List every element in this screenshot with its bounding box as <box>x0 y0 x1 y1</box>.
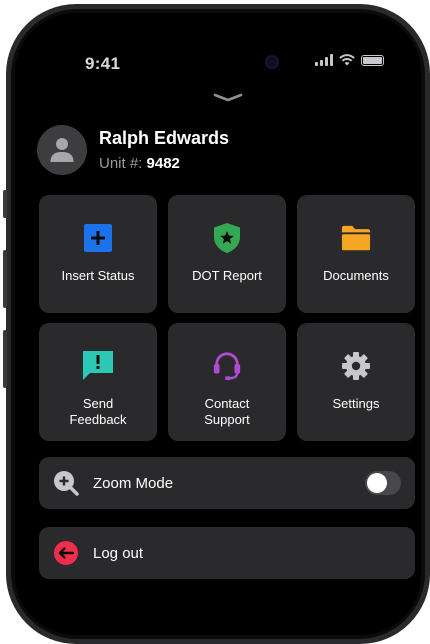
dot-report-button[interactable]: DOT Report <box>168 195 286 313</box>
volume-up-button <box>3 250 7 308</box>
signal-icon <box>315 54 333 66</box>
shield-star-icon <box>212 222 242 254</box>
insert-status-button[interactable]: Insert Status <box>39 195 157 313</box>
settings-button[interactable]: Settings <box>297 323 415 441</box>
phone-frame: 9:41 Ralph Edwards Unit #: 9482 Insert S… <box>6 4 430 644</box>
action-button <box>3 190 7 218</box>
volume-down-button <box>3 330 7 388</box>
status-icons <box>315 54 384 66</box>
tile-label: Send Feedback <box>69 396 127 427</box>
contact-support-button[interactable]: Contact Support <box>168 323 286 441</box>
user-name: Ralph Edwards <box>99 128 230 148</box>
battery-icon <box>361 54 384 66</box>
logout-label: Log out <box>93 544 144 562</box>
profile-text: Ralph Edwards Unit #: 9482 <box>99 128 229 172</box>
zoom-mode-label: Zoom Mode <box>93 474 174 492</box>
profile-header: Ralph Edwards Unit #: 9482 <box>37 125 229 175</box>
user-icon <box>50 138 74 162</box>
status-time: 9:41 <box>85 54 121 73</box>
feedback-icon <box>83 350 113 382</box>
send-feedback-button[interactable]: Send Feedback <box>39 323 157 441</box>
documents-button[interactable]: Documents <box>297 195 415 313</box>
zoom-in-icon <box>54 471 79 496</box>
action-grid: Insert Status DOT Report Documents Send … <box>39 195 415 441</box>
plus-square-icon <box>83 222 113 254</box>
wifi-icon <box>339 54 355 66</box>
unit-number: 9482 <box>146 155 180 172</box>
logout-icon <box>54 541 78 565</box>
camera-icon <box>265 55 279 69</box>
toggle-knob <box>367 473 387 493</box>
zoom-mode-toggle[interactable] <box>365 471 401 495</box>
tile-label: Documents <box>323 268 389 283</box>
tile-label: DOT Report <box>192 268 262 283</box>
chevron-down-icon[interactable] <box>213 93 243 103</box>
tile-label: Insert Status <box>61 268 135 283</box>
folder-icon <box>341 222 371 254</box>
tile-label: Settings <box>332 396 380 411</box>
phone-bezel: 9:41 Ralph Edwards Unit #: 9482 Insert S… <box>11 9 425 639</box>
unit-info: Unit #: 9482 <box>99 155 229 172</box>
avatar <box>37 125 87 175</box>
headset-icon <box>212 350 242 382</box>
tile-label: Contact Support <box>204 396 250 427</box>
logout-button[interactable]: Log out <box>39 527 415 579</box>
gear-icon <box>341 350 371 382</box>
zoom-mode-row[interactable]: Zoom Mode <box>39 457 415 509</box>
unit-label: Unit #: <box>99 155 143 172</box>
screen: 9:41 Ralph Edwards Unit #: 9482 Insert S… <box>15 13 421 635</box>
